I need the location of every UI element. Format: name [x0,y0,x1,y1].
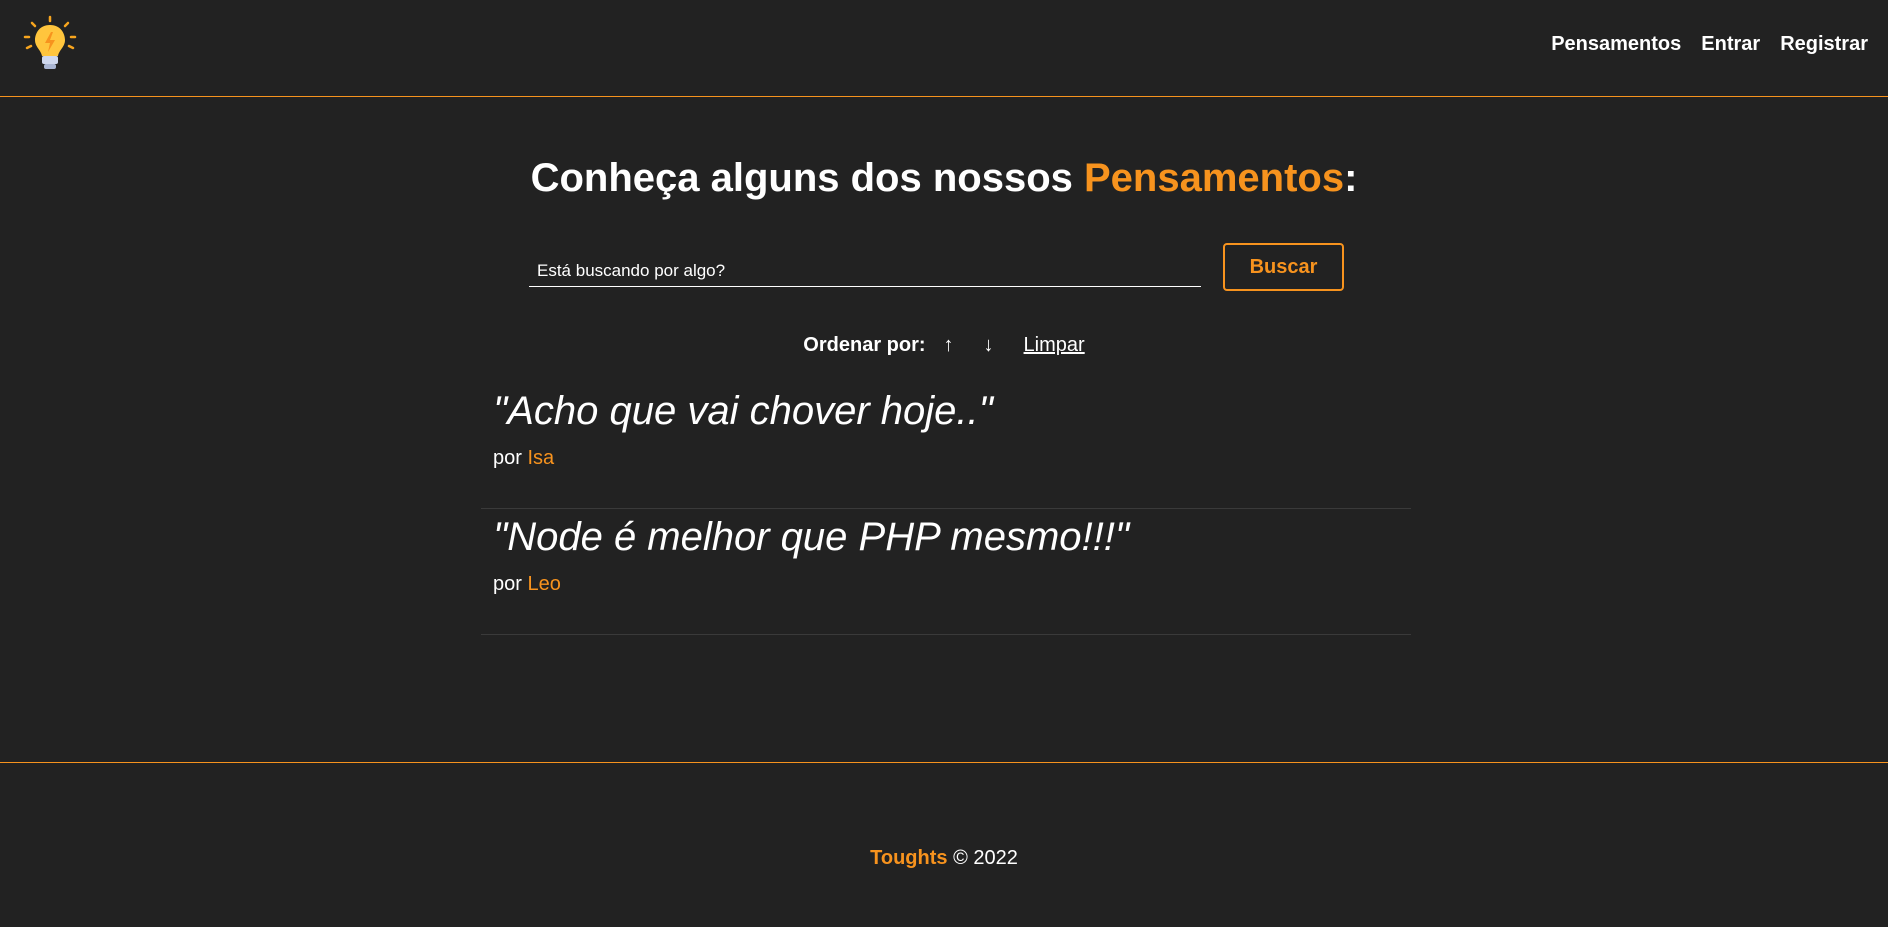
clear-order-link[interactable]: Limpar [1024,334,1085,357]
title-highlight: Pensamentos [1084,156,1345,200]
nav-link-registrar[interactable]: Registrar [1780,33,1868,56]
footer: Toughts © 2022 [0,847,1888,870]
title-suffix: : [1344,156,1358,200]
thoughts-list: "Acho que vai chover hoje.." por Isa "No… [481,383,1411,635]
author-name: Leo [527,573,561,595]
thought-text: "Acho que vai chover hoje.." [493,389,993,433]
author-prefix: por [493,573,522,595]
order-label: Ordenar por: [803,334,926,356]
sort-asc-icon[interactable]: ↑ [944,334,954,357]
thought-author: por Isa [493,447,1399,470]
sort-desc-icon[interactable]: ↓ [984,334,994,357]
lightbulb-icon [23,15,77,69]
search-input[interactable] [529,250,1201,287]
nav-link-pensamentos[interactable]: Pensamentos [1551,33,1681,56]
nav-link-entrar[interactable]: Entrar [1701,33,1760,56]
thought-text: "Node é melhor que PHP mesmo!!!" [493,515,1130,559]
footer-copyright: © 2022 [953,847,1018,869]
thought-card: "Node é melhor que PHP mesmo!!!" por Leo [481,509,1411,635]
order-bar: Ordenar por: ↑ ↓ Limpar [0,334,1888,357]
logo-link[interactable] [22,15,78,73]
search-button[interactable]: Buscar [1223,243,1344,291]
thought-card: "Acho que vai chover hoje.." por Isa [481,383,1411,509]
title-prefix: Conheça alguns dos nossos [530,156,1084,200]
author-prefix: por [493,447,522,469]
footer-brand: Toughts [870,847,948,869]
thought-author: por Leo [493,573,1399,596]
nav-links: Pensamentos Entrar Registrar [1551,33,1868,56]
main-content: Conheça alguns dos nossos Pensamentos: B… [0,98,1888,763]
navbar: Pensamentos Entrar Registrar [0,0,1888,97]
author-name: Isa [527,447,555,469]
page-title: Conheça alguns dos nossos Pensamentos: [0,156,1888,201]
